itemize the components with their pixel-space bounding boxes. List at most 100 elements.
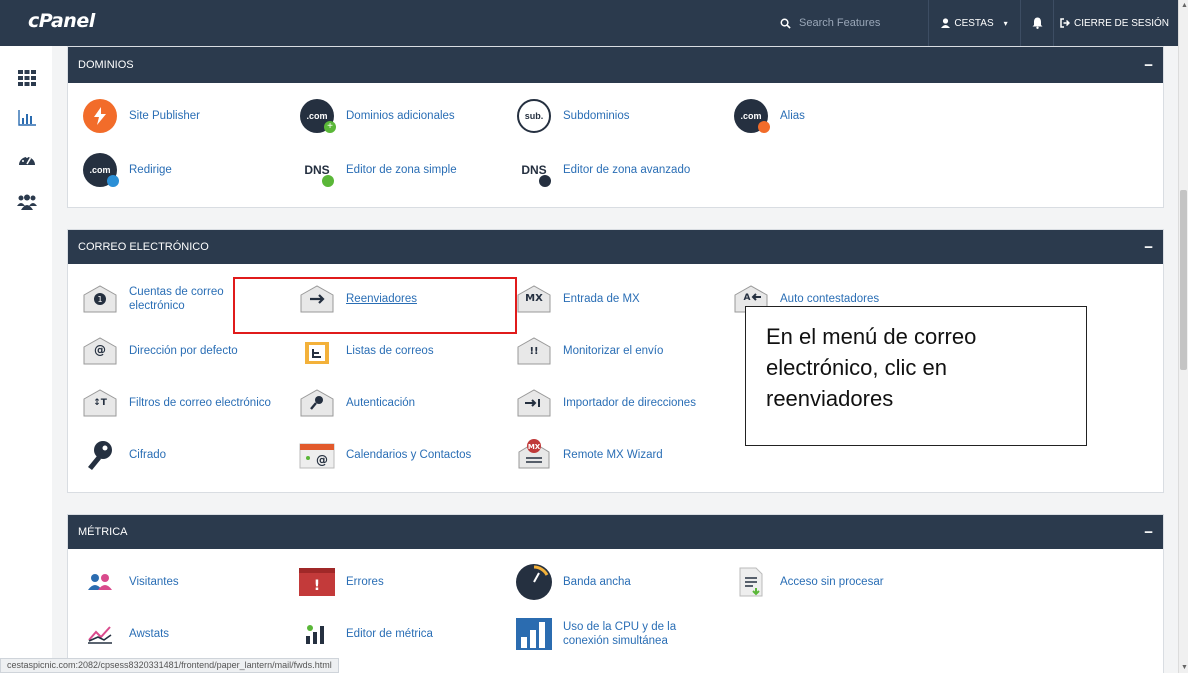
link-direccion-defecto[interactable]: @ Dirección por defecto [81,332,238,370]
raw-access-icon [732,563,770,601]
address-importer-icon [515,384,553,422]
link-errores[interactable]: ! Errores [298,563,384,601]
top-navbar: cPanel Search Features CESTAS ▾ CIERRE D… [0,0,1178,46]
link-awstats[interactable]: Awstats [81,615,169,653]
mailing-lists-icon [298,332,336,370]
svg-text:MX: MX [528,443,541,451]
section-header-dominios[interactable]: DOMINIOS − [68,47,1163,83]
item-label: Auto contestadores [780,293,880,305]
section-metrica: MÉTRICA − Visitantes ! Errores Banda anc… [67,514,1164,673]
instruction-callout: En el menú de correo electrónico, clic e… [745,306,1087,446]
scroll-thumb[interactable] [1180,190,1187,370]
logout-icon [1060,18,1070,28]
email-accounts-icon: 1 [81,280,119,318]
svg-text:!!: !! [529,346,538,357]
section-title: CORREO ELECTRÓNICO [78,241,209,253]
logout-button[interactable]: CIERRE DE SESIÓN [1060,0,1169,46]
mx-entry-icon: MX [515,280,553,318]
section-dominios: DOMINIOS − Site Publisher .com + Dominios… [67,46,1164,208]
statistics-icon[interactable] [17,108,37,128]
caret-down-icon: ▾ [1003,18,1008,28]
link-autenticacion[interactable]: Autenticación [298,384,415,422]
link-editor-metrica[interactable]: Editor de métrica [298,615,433,653]
metrics-editor-icon [298,615,336,653]
link-editor-zona-simple[interactable]: DNS Editor de zona simple [298,151,457,189]
link-calendarios-contactos[interactable]: @ Calendarios y Contactos [298,436,471,474]
track-delivery-icon: !! [515,332,553,370]
users-icon[interactable] [17,192,37,212]
item-label: Editor de zona avanzado [563,164,691,176]
link-importador-direcciones[interactable]: Importador de direcciones [515,384,696,422]
link-cuentas-correo[interactable]: 1 Cuentas de correo electrónico [81,280,239,318]
item-label: Listas de correos [346,345,434,357]
link-acceso-sin-procesar[interactable]: Acceso sin procesar [732,563,884,601]
link-cifrado[interactable]: Cifrado [81,436,166,474]
section-title: DOMINIOS [78,59,134,71]
cpu-usage-icon [515,615,553,653]
cpanel-logo[interactable]: cPanel [28,10,95,32]
item-label: Banda ancha [563,576,631,588]
notifications-button[interactable] [1020,0,1054,46]
item-label: Errores [346,576,384,588]
collapse-icon[interactable]: − [1144,239,1153,256]
remote-mx-icon: MX [515,436,553,474]
item-label: Entrada de MX [563,293,640,305]
search-input[interactable]: Search Features [799,17,880,29]
awstats-icon [81,615,119,653]
item-label: Visitantes [129,576,179,588]
item-label: Remote MX Wizard [563,449,663,461]
encryption-key-icon [81,436,119,474]
dns-simple-icon: DNS [298,151,336,189]
link-monitorizar-envio[interactable]: !! Monitorizar el envío [515,332,663,370]
vertical-scrollbar[interactable]: ▲ ▼ [1178,0,1188,673]
dns-advanced-icon: DNS [515,151,553,189]
link-site-publisher[interactable]: Site Publisher [81,97,200,135]
link-uso-cpu[interactable]: Uso de la CPU y de la conexión simultáne… [515,615,703,653]
svg-text:1: 1 [97,295,102,304]
scroll-up-arrow-icon[interactable]: ▲ [1181,2,1188,9]
scroll-down-arrow-icon[interactable]: ▼ [1181,664,1188,671]
link-entrada-mx[interactable]: MX Entrada de MX [515,280,640,318]
item-label: Acceso sin procesar [780,576,884,588]
link-listas-correos[interactable]: Listas de correos [298,332,434,370]
dashboard-gauge-icon[interactable] [17,150,37,170]
highlight-box-reenviadores [233,277,517,334]
link-dominios-adicionales[interactable]: .com + Dominios adicionales [298,97,455,135]
item-label: Importador de direcciones [563,397,696,409]
dotcom-alias-icon: .com [732,97,770,135]
collapse-icon[interactable]: − [1144,524,1153,541]
dotcom-redirect-icon: .com [81,151,119,189]
default-address-icon: @ [81,332,119,370]
dotcom-plus-icon: .com + [298,97,336,135]
item-label: Cifrado [129,449,167,461]
svg-text:A: A [744,293,751,303]
section-header-correo[interactable]: CORREO ELECTRÓNICO − [68,230,1163,264]
link-alias[interactable]: .com Alias [732,97,805,135]
item-label: Filtros de correo electrónico [129,397,271,409]
link-banda-ancha[interactable]: Banda ancha [515,563,631,601]
item-label: Awstats [129,628,170,640]
user-menu-button[interactable]: CESTAS ▾ [928,0,1020,46]
link-visitantes[interactable]: Visitantes [81,563,179,601]
sub-icon: sub. [515,97,553,135]
logout-label: CIERRE DE SESIÓN [1074,17,1170,29]
link-editor-zona-avanzado[interactable]: DNS Editor de zona avanzado [515,151,690,189]
lightning-icon [81,97,119,135]
link-subdominios[interactable]: sub. Subdominios [515,97,629,135]
search-features[interactable]: Search Features [780,0,920,46]
item-label: Autenticación [346,397,416,409]
item-label: Subdominios [563,110,630,122]
email-filters-icon: ↕T [81,384,119,422]
svg-text:@: @ [316,453,328,467]
home-grid-icon[interactable] [17,68,37,88]
visitors-icon [81,563,119,601]
section-header-metrica[interactable]: MÉTRICA − [68,515,1163,549]
browser-status-url: cestaspicnic.com:2082/cpsess8320331481/f… [0,658,339,673]
link-redirige[interactable]: .com Redirige [81,151,172,189]
collapse-icon[interactable]: − [1144,57,1153,74]
svg-text:↕T: ↕T [93,398,108,408]
user-icon [941,18,951,28]
link-remote-mx-wizard[interactable]: MX Remote MX Wizard [515,436,663,474]
bell-icon [1032,17,1042,29]
link-filtros-correo[interactable]: ↕T Filtros de correo electrónico [81,384,271,422]
